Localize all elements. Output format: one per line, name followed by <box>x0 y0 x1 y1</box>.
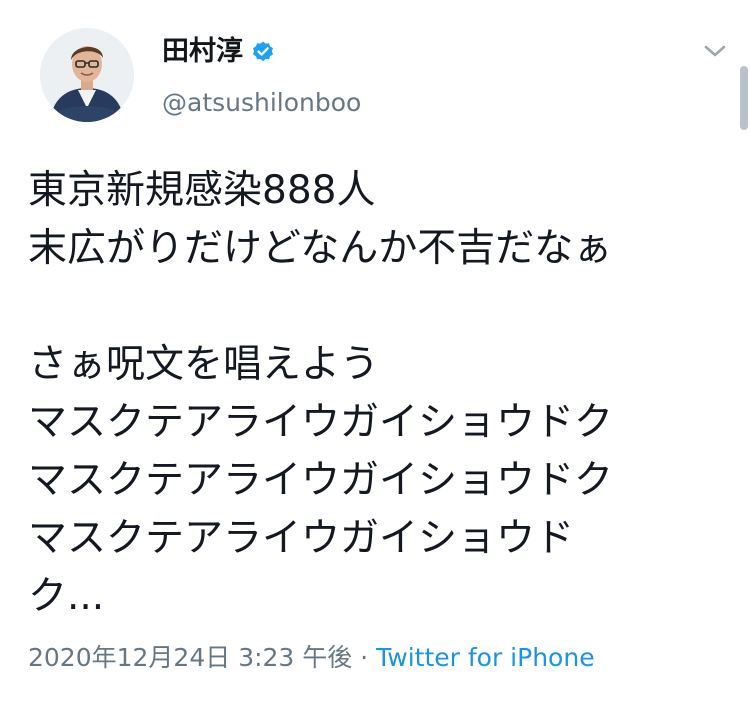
chevron-down-icon[interactable] <box>700 40 730 62</box>
verified-badge-icon <box>251 40 275 64</box>
scrollbar-thumb[interactable] <box>740 66 748 130</box>
tweet-line: マスクテアライウガイショウド <box>28 516 575 561</box>
avatar[interactable] <box>40 28 134 122</box>
author-display-name[interactable]: 田村淳 <box>162 36 243 68</box>
tweet-meta: 2020年12月24日 3:23 午後 · Twitter for iPhone <box>28 642 595 674</box>
tweet-card: 田村淳 @atsushilonboo 東京新規感染888人 末広がりだけどなんか… <box>0 0 750 702</box>
tweet-line: マスクテアライウガイショウドク <box>28 400 614 445</box>
author-handle[interactable]: @atsushilonboo <box>162 88 361 118</box>
profile-photo-icon <box>40 28 134 122</box>
tweet-line: ク... <box>28 574 105 619</box>
author-name-row[interactable]: 田村淳 <box>162 36 275 68</box>
timestamp[interactable]: 2020年12月24日 3:23 午後 <box>28 643 352 672</box>
tweet-line: 東京新規感染888人 <box>28 168 376 213</box>
tweet-line: 末広がりだけどなんか不吉だなぁ <box>28 226 613 271</box>
tweet-line: マスクテアライウガイショウドク <box>28 458 614 503</box>
tweet-body: 東京新規感染888人 末広がりだけどなんか不吉だなぁ さぁ呪文を唱えよう マスク… <box>28 162 728 626</box>
source-link[interactable]: Twitter for iPhone <box>376 643 594 672</box>
meta-separator: · <box>352 643 377 672</box>
tweet-line: さぁ呪文を唱えよう <box>28 342 380 387</box>
